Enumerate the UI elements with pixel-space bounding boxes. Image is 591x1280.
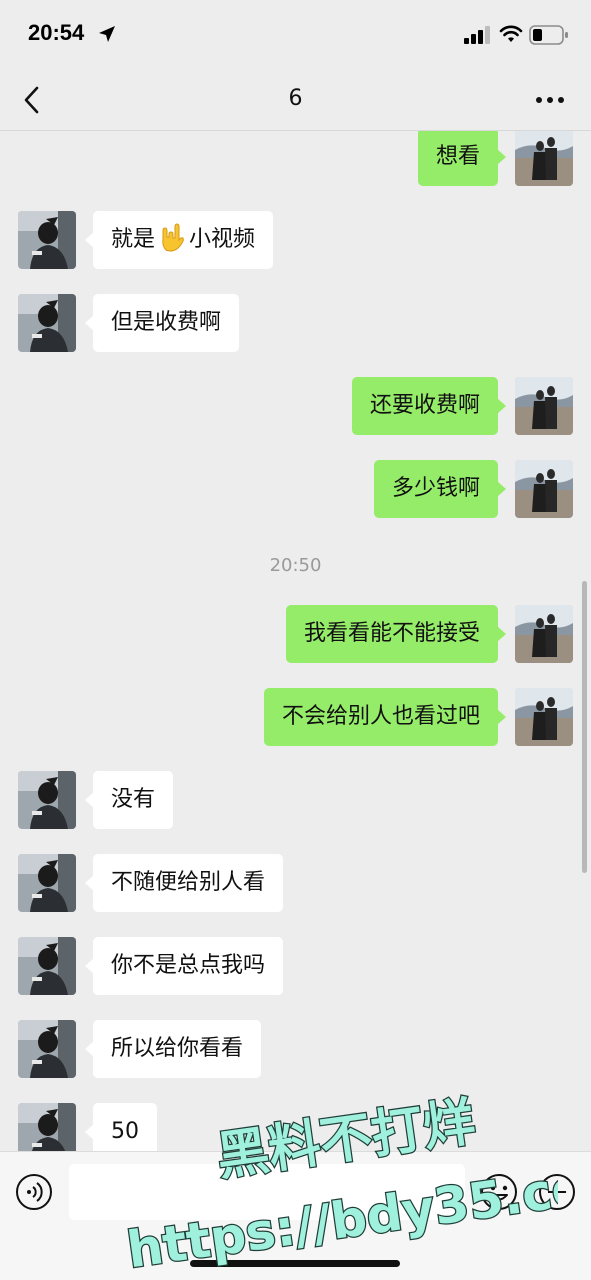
contact-avatar[interactable] <box>18 854 76 912</box>
voice-icon[interactable] <box>15 1173 53 1211</box>
message-row-sent: 还要收费啊 <box>0 377 591 437</box>
more-dots-icon[interactable] <box>534 94 566 106</box>
chat-scrollbar[interactable] <box>582 581 587 873</box>
self-avatar[interactable] <box>515 460 573 518</box>
message-bubble-received[interactable]: 不随便给别人看 <box>84 854 284 912</box>
chat-nav-bar: 6 <box>0 68 591 131</box>
message-row-sent: 我看看能不能接受 <box>0 605 591 665</box>
chat-title: 6 <box>288 86 303 111</box>
location-arrow-icon <box>99 26 115 42</box>
self-avatar[interactable] <box>515 377 573 435</box>
self-avatar[interactable] <box>515 605 573 663</box>
message-row-received: 就是 小视频 <box>0 211 591 271</box>
contact-avatar[interactable] <box>18 211 76 269</box>
message-bubble-sent[interactable]: 不会给别人也看过吧 <box>263 688 507 746</box>
message-row-received: 所以给你看看 <box>0 1020 591 1080</box>
battery-icon <box>529 25 568 45</box>
contact-avatar[interactable] <box>18 771 76 829</box>
message-input[interactable] <box>69 1164 465 1220</box>
home-indicator <box>190 1260 400 1267</box>
status-bar: 20:54 <box>0 0 591 68</box>
message-bubble-received[interactable]: 没有 <box>84 771 174 829</box>
message-bubble-received[interactable]: 所以给你看看 <box>84 1020 262 1078</box>
message-bubble-sent[interactable]: 还要收费啊 <box>351 377 507 435</box>
cellular-signal-icon <box>464 26 490 44</box>
contact-avatar[interactable] <box>18 1020 76 1078</box>
status-time: 20:54 <box>28 20 85 45</box>
contact-avatar[interactable] <box>18 294 76 352</box>
message-bubble-received[interactable]: 你不是总点我吗 <box>84 937 284 995</box>
message-bubble-sent[interactable]: 我看看能不能接受 <box>285 605 507 663</box>
contact-avatar[interactable] <box>18 1103 76 1151</box>
plus-circle-icon[interactable] <box>538 1173 576 1211</box>
message-bubble-received[interactable]: 50 <box>85 1103 157 1151</box>
message-bubble-sent[interactable]: 多少钱啊 <box>373 460 507 518</box>
message-row-sent: 多少钱啊 <box>0 460 591 520</box>
message-row-received: 没有 <box>0 771 591 831</box>
message-row-received: 你不是总点我吗 <box>0 937 591 997</box>
message-bubble-sent[interactable]: 想看 <box>417 131 507 186</box>
wifi-icon <box>499 25 523 42</box>
message-text-part: 小视频 <box>189 227 256 252</box>
message-bubble-received[interactable]: 就是 小视频 <box>84 211 274 269</box>
message-timestamp: 20:50 <box>269 555 322 576</box>
chat-message-list[interactable]: 想看 就是 小视频 但是收费啊 还要收费啊 多少钱啊 20:50 我看看能不能接受… <box>0 131 591 1151</box>
message-text-part: 就是 <box>111 227 156 252</box>
rock-on-hand-emoji-icon <box>157 222 187 252</box>
self-avatar[interactable] <box>515 688 573 746</box>
message-row-received: 50 <box>0 1103 591 1151</box>
message-row-received: 不随便给别人看 <box>0 854 591 914</box>
message-row-received: 但是收费啊 <box>0 294 591 354</box>
contact-avatar[interactable] <box>18 937 76 995</box>
emoji-smile-icon[interactable] <box>480 1173 518 1211</box>
message-bubble-received[interactable]: 但是收费啊 <box>84 294 240 352</box>
message-row-sent: 不会给别人也看过吧 <box>0 688 591 748</box>
message-row-sent: 想看 <box>0 131 591 188</box>
self-avatar[interactable] <box>515 131 573 186</box>
